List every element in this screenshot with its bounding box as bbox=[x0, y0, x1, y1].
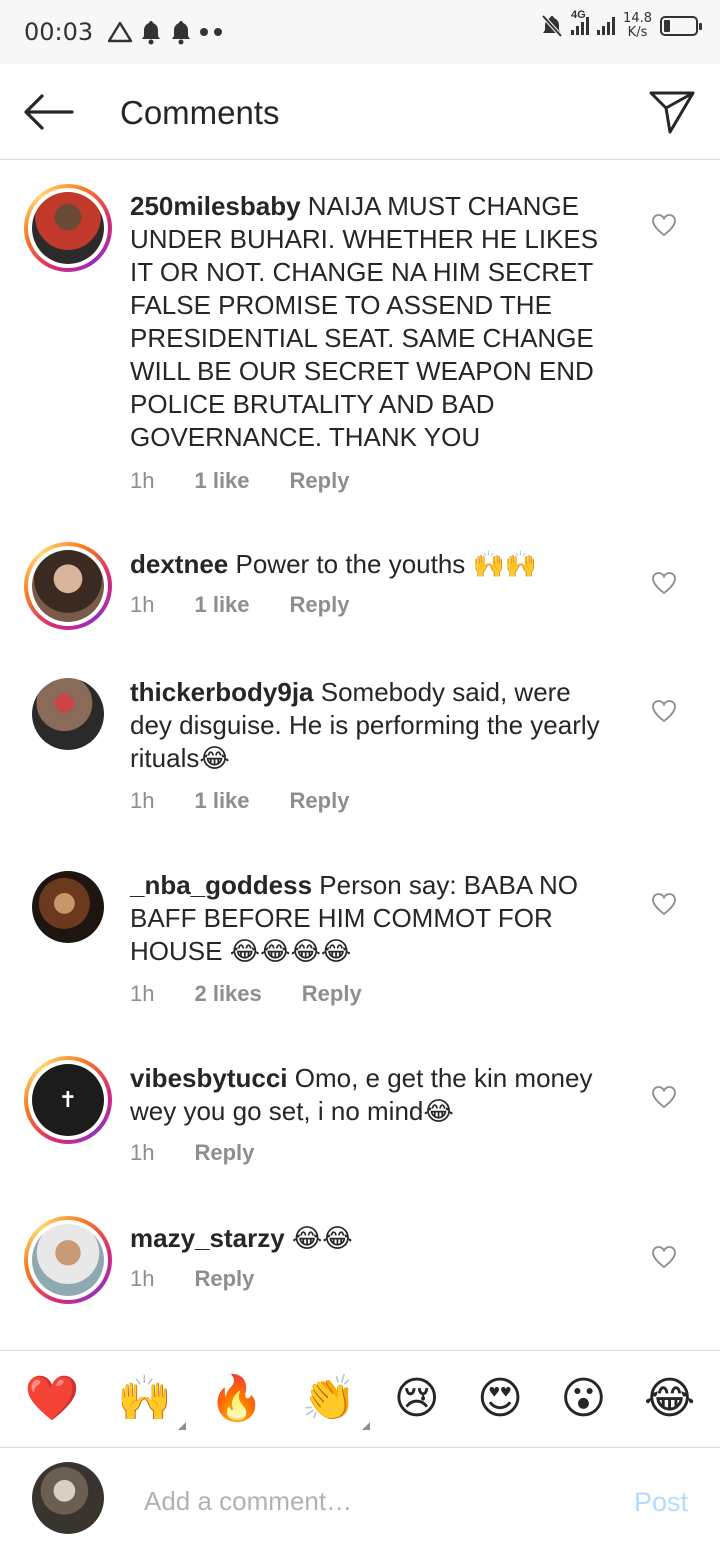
emoji-reaction-bar: ❤️ 🙌 🔥 👏 😢 😍 😮 😂 bbox=[0, 1350, 720, 1448]
red-heart-emoji-button[interactable]: ❤️ bbox=[25, 1374, 80, 1424]
reply-button[interactable]: Reply bbox=[290, 788, 350, 814]
reply-button[interactable]: Reply bbox=[290, 592, 350, 618]
skin-tone-indicator-icon bbox=[362, 1422, 371, 1430]
comment-likes[interactable]: 1 like bbox=[194, 468, 249, 494]
post-button[interactable]: Post bbox=[634, 1487, 688, 1518]
avatar[interactable] bbox=[32, 871, 104, 943]
comment-username[interactable]: 250milesbaby bbox=[130, 191, 301, 221]
mute-bell-icon bbox=[541, 14, 563, 38]
reply-button[interactable]: Reply bbox=[302, 981, 362, 1007]
avatar[interactable] bbox=[24, 542, 112, 630]
raising-hands-emoji: 🙌 bbox=[117, 1373, 172, 1424]
comment-time: 1h bbox=[130, 981, 155, 1006]
tears-of-joy-emoji-button[interactable]: 😂 bbox=[644, 1374, 695, 1424]
network-type: 4G bbox=[571, 9, 586, 21]
fire-emoji-button[interactable]: 🔥 bbox=[209, 1374, 264, 1424]
comment-text: Power to the youths 🙌🙌 bbox=[235, 549, 538, 579]
heart-eyes-emoji-button[interactable]: 😍 bbox=[477, 1374, 523, 1424]
like-heart-icon[interactable] bbox=[651, 699, 677, 723]
comment-likes[interactable]: 2 likes bbox=[194, 981, 261, 1007]
warning-icon bbox=[107, 21, 133, 43]
reply-button[interactable]: Reply bbox=[194, 1266, 254, 1292]
status-bar: 00:03 4G 14.8 K/s bbox=[0, 0, 720, 64]
comment-username[interactable]: thickerbody9ja bbox=[130, 677, 314, 707]
like-heart-icon[interactable] bbox=[651, 571, 677, 595]
network-speed-unit: K/s bbox=[627, 25, 648, 40]
comment-username[interactable]: vibesbytucci bbox=[130, 1063, 288, 1093]
avatar[interactable] bbox=[24, 184, 112, 272]
comment-item: 250milesbaby NAIJA MUST CHANGE UNDER BUH… bbox=[0, 184, 720, 514]
header: Comments bbox=[0, 64, 720, 160]
avatar[interactable] bbox=[24, 1216, 112, 1304]
comment-time: 1h bbox=[130, 1140, 155, 1165]
reply-button[interactable]: Reply bbox=[290, 468, 350, 494]
comment-time: 1h bbox=[130, 788, 155, 813]
signal-icon bbox=[597, 17, 616, 35]
like-heart-icon[interactable] bbox=[651, 1245, 677, 1269]
avatar[interactable] bbox=[32, 678, 104, 750]
comment-username[interactable]: mazy_starzy bbox=[130, 1223, 285, 1253]
comment-likes[interactable]: 1 like bbox=[194, 592, 249, 618]
comment-username[interactable]: _nba_goddess bbox=[130, 870, 312, 900]
comment-item: _nba_goddess Person say: BABA NO BAFF BE… bbox=[0, 865, 720, 1007]
comment-text: 😂😂 bbox=[291, 1223, 353, 1253]
raising-hands-emoji-button[interactable]: 🙌 bbox=[117, 1373, 186, 1430]
comments-list: 250milesbaby NAIJA MUST CHANGE UNDER BUH… bbox=[0, 160, 720, 1350]
comment-item: dextnee Power to the youths 🙌🙌 1h 1 like… bbox=[0, 542, 720, 642]
like-heart-icon[interactable] bbox=[651, 892, 677, 916]
comment-item: ✝ vibesbytucci Omo, e get the kin money … bbox=[0, 1056, 720, 1166]
like-heart-icon[interactable] bbox=[651, 213, 677, 237]
crying-face-emoji-button[interactable]: 😢 bbox=[394, 1374, 440, 1424]
comment-item: thickerbody9ja Somebody said, were dey d… bbox=[0, 672, 720, 814]
cross-icon: ✝ bbox=[32, 1064, 104, 1136]
direct-message-send-icon[interactable] bbox=[648, 88, 696, 136]
battery-level bbox=[664, 20, 670, 32]
network-speed-value: 14.8 bbox=[623, 11, 652, 26]
like-heart-icon[interactable] bbox=[651, 1085, 677, 1109]
reply-button[interactable]: Reply bbox=[194, 1140, 254, 1166]
comment-composer: Post bbox=[0, 1449, 720, 1548]
back-arrow-icon[interactable] bbox=[22, 92, 74, 132]
notification-bell-icon bbox=[172, 21, 191, 45]
clapping-hands-emoji: 👏 bbox=[301, 1373, 357, 1424]
comment-input[interactable] bbox=[144, 1481, 574, 1521]
clapping-hands-emoji-button[interactable]: 👏 bbox=[301, 1373, 371, 1430]
comment-username[interactable]: dextnee bbox=[130, 549, 228, 579]
comment-time: 1h bbox=[130, 468, 155, 493]
comment-likes[interactable]: 1 like bbox=[194, 788, 249, 814]
notification-bell-icon bbox=[142, 21, 161, 45]
battery-icon bbox=[660, 16, 702, 36]
status-time: 00:03 bbox=[24, 18, 94, 46]
more-notifications-icon bbox=[200, 28, 223, 36]
comment-time: 1h bbox=[130, 592, 155, 617]
avatar bbox=[32, 1462, 104, 1534]
comment-time: 1h bbox=[130, 1266, 155, 1291]
avatar[interactable]: ✝ bbox=[24, 1056, 112, 1144]
comment-item: mazy_starzy 😂😂 1h Reply bbox=[0, 1216, 720, 1316]
open-mouth-emoji-button[interactable]: 😮 bbox=[560, 1374, 606, 1424]
comment-text: NAIJA MUST CHANGE UNDER BUHARI. WHETHER … bbox=[130, 191, 599, 452]
page-title: Comments bbox=[120, 94, 280, 131]
skin-tone-indicator-icon bbox=[177, 1422, 186, 1430]
